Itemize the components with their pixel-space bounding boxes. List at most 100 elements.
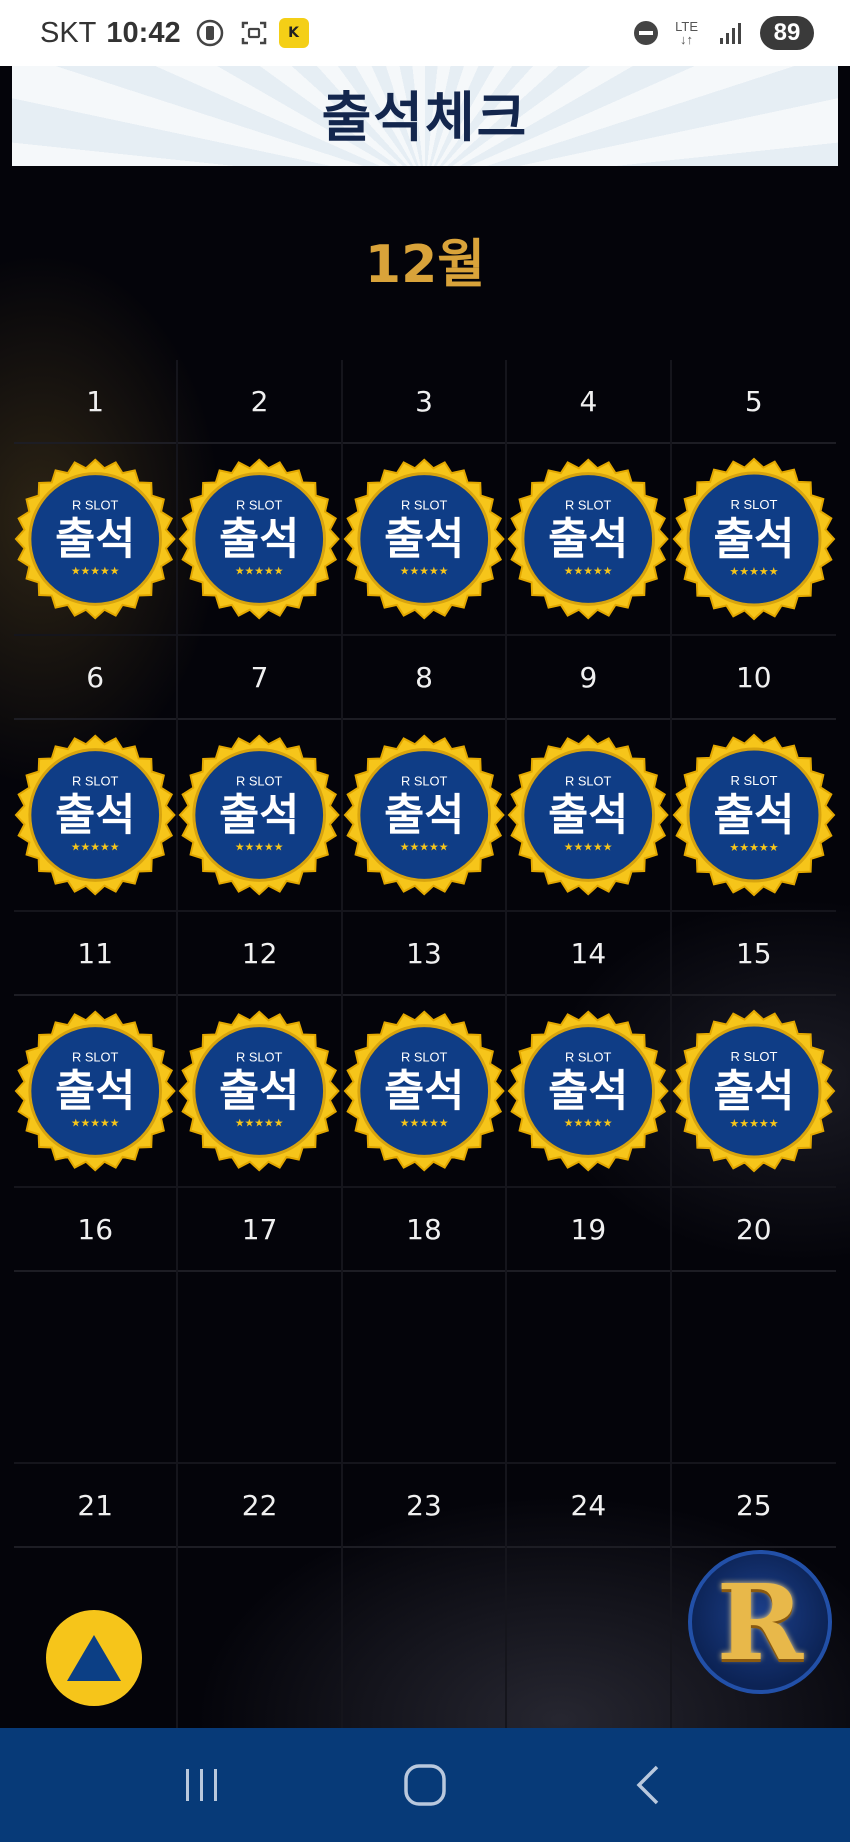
day-number: 8	[342, 636, 506, 720]
attendance-stamp: R SLOT 출석★★★★★	[507, 1010, 669, 1172]
day-stamp-area: R SLOT 출석 ★★★★★	[507, 996, 670, 1188]
calendar-day-cell[interactable]: 11 R SLOT 출석 ★★★★★	[14, 912, 179, 1188]
calendar-day-cell[interactable]: 6 R SLOT 출석 ★★★★★	[14, 636, 179, 912]
attendance-stamp: R SLOT 출석★★★★★	[179, 1010, 341, 1172]
back-button[interactable]	[608, 1745, 688, 1825]
calendar-week-row: 1R SLOT 출석 ★★★★★ 2 R SLOT 출석 ★★★★★ 3 R SLOT 출석 ★★★…	[14, 360, 836, 636]
attendance-stamp: R SLOT 출석★★★★★	[343, 734, 505, 896]
stamp-label: 출석	[384, 791, 464, 841]
stamp-stars: ★★★★★	[400, 1117, 449, 1130]
calendar-day-cell[interactable]: 13 R SLOT 출석 ★★★★★	[342, 912, 508, 1188]
attendance-stamp: R SLOT 출석★★★★★	[14, 458, 176, 620]
up-triangle-icon	[67, 1635, 121, 1681]
calendar-day-cell[interactable]: 9 R SLOT 출석 ★★★★★	[507, 636, 672, 912]
stamp-stars: ★★★★★	[729, 565, 778, 578]
stamp-brand: R SLOT	[401, 773, 448, 788]
calendar-day-cell[interactable]: 12 R SLOT 출석 ★★★★★	[178, 912, 343, 1188]
day-number: 1	[14, 360, 177, 444]
calendar-day-cell[interactable]: 24	[507, 1464, 672, 1740]
day-stamp-area: R SLOT 출석 ★★★★★	[671, 720, 836, 912]
stamp-brand: R SLOT	[730, 497, 777, 512]
scroll-top-button[interactable]	[46, 1610, 142, 1706]
calendar-day-cell[interactable]: 22	[178, 1464, 343, 1740]
day-number: 5	[671, 360, 836, 444]
stamp-brand: R SLOT	[236, 773, 283, 788]
stamp-label: 출석	[713, 1066, 794, 1117]
calendar-day-cell[interactable]: 14 R SLOT 출석 ★★★★★	[507, 912, 672, 1188]
status-bar: SKT 10:42 K LTE ↓↑ 89	[0, 0, 850, 66]
stamp-stars: ★★★★★	[729, 1117, 778, 1130]
calendar-day-cell[interactable]: 2 R SLOT 출석 ★★★★★	[178, 360, 343, 636]
day-number: 15	[671, 912, 836, 996]
day-stamp-area	[178, 1272, 341, 1464]
stamp-brand: R SLOT	[72, 773, 119, 788]
day-number: 2	[178, 360, 341, 444]
calendar-week-row: 6R SLOT 출석 ★★★★★ 7 R SLOT 출석 ★★★★★ 8 R SLOT 출석 ★★★…	[14, 636, 836, 912]
month-label: 12월	[364, 235, 486, 295]
stamp-label: 출석	[713, 790, 794, 841]
day-stamp-area: R SLOT 출석 ★★★★★	[671, 996, 836, 1188]
day-number: 22	[178, 1464, 341, 1548]
stamp-stars: ★★★★★	[400, 565, 449, 578]
calendar-day-cell[interactable]: 5 R SLOT 출석 ★★★★★	[671, 360, 836, 636]
calendar-day-cell[interactable]: 15 R SLOT 출석 ★★★★★	[671, 912, 836, 1188]
r-slot-logo-button[interactable]: R	[688, 1550, 832, 1694]
stamp-stars: ★★★★★	[729, 841, 778, 854]
day-number: 23	[342, 1464, 506, 1548]
calendar-day-cell[interactable]: 8 R SLOT 출석 ★★★★★	[342, 636, 508, 912]
calendar-day-cell[interactable]: 10 R SLOT 출석 ★★★★★	[671, 636, 836, 912]
stamp-label: 출석	[384, 1067, 464, 1117]
day-stamp-area: R SLOT 출석 ★★★★★	[507, 444, 670, 636]
day-number: 18	[342, 1188, 506, 1272]
status-right: LTE ↓↑ 89	[627, 16, 814, 50]
do-not-disturb-icon	[631, 18, 661, 48]
day-stamp-area: R SLOT 출석 ★★★★★	[342, 444, 506, 636]
calendar-day-cell[interactable]: 23	[342, 1464, 508, 1740]
day-stamp-area: R SLOT 출석 ★★★★★	[671, 444, 836, 636]
day-stamp-area	[14, 1272, 177, 1464]
day-stamp-area	[342, 1272, 506, 1464]
calendar-day-cell[interactable]: 19	[507, 1188, 672, 1464]
attendance-stamp: R SLOT 출석★★★★★	[343, 458, 505, 620]
calendar-day-cell[interactable]: 7 R SLOT 출석 ★★★★★	[178, 636, 343, 912]
stamp-brand: R SLOT	[565, 1049, 612, 1064]
stamp-stars: ★★★★★	[71, 565, 120, 578]
calendar-day-cell[interactable]: 17	[178, 1188, 343, 1464]
day-stamp-area	[507, 1272, 670, 1464]
home-icon	[404, 1764, 446, 1806]
screenshot-icon	[239, 18, 269, 48]
day-number: 7	[178, 636, 341, 720]
attendance-stamp: R SLOT 출석★★★★★	[507, 734, 669, 896]
calendar-day-cell[interactable]: 20	[671, 1188, 836, 1464]
day-number: 11	[14, 912, 177, 996]
recents-icon	[185, 1769, 217, 1801]
home-button[interactable]	[385, 1745, 465, 1825]
calendar-day-cell[interactable]: 3 R SLOT 출석 ★★★★★	[342, 360, 508, 636]
stamp-brand: R SLOT	[401, 1049, 448, 1064]
calendar-day-cell[interactable]: 16	[14, 1188, 179, 1464]
attendance-calendar: 1R SLOT 출석 ★★★★★ 2 R SLOT 출석 ★★★★★ 3 R SLOT 출석 ★★★…	[14, 360, 836, 1740]
attendance-stamp: R SLOT 출석★★★★★	[672, 733, 836, 897]
stamp-stars: ★★★★★	[564, 1117, 613, 1130]
stamp-label: 출석	[548, 1067, 628, 1117]
day-stamp-area	[342, 1548, 506, 1740]
status-left: SKT 10:42 K	[40, 17, 309, 50]
calendar-day-cell[interactable]: 4 R SLOT 출석 ★★★★★	[507, 360, 672, 636]
day-number: 24	[507, 1464, 670, 1548]
day-stamp-area	[178, 1548, 341, 1740]
recent-apps-button[interactable]	[162, 1745, 242, 1825]
day-number: 20	[671, 1188, 836, 1272]
calendar-day-cell[interactable]: 1 R SLOT 출석 ★★★★★	[14, 360, 179, 636]
day-number: 21	[14, 1464, 177, 1548]
attendance-stamp: R SLOT 출석★★★★★	[179, 734, 341, 896]
attendance-stamp: R SLOT 출석★★★★★	[14, 1010, 176, 1172]
day-stamp-area: R SLOT 출석 ★★★★★	[342, 720, 506, 912]
stamp-label: 출석	[55, 791, 135, 841]
day-number: 14	[507, 912, 670, 996]
stamp-label: 출석	[220, 1067, 300, 1117]
back-icon	[636, 1765, 659, 1805]
stamp-label: 출석	[55, 515, 135, 565]
calendar-day-cell[interactable]: 18	[342, 1188, 508, 1464]
day-stamp-area: R SLOT 출석 ★★★★★	[178, 720, 341, 912]
day-stamp-area	[507, 1548, 670, 1740]
